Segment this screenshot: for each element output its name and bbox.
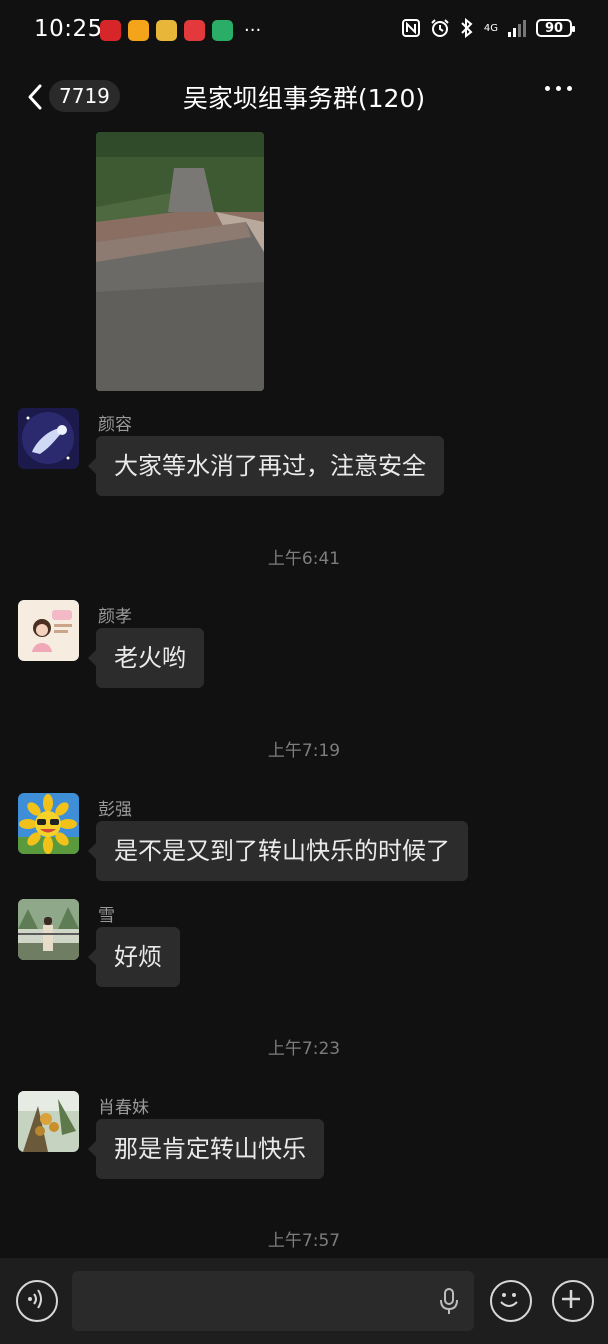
message-bubble[interactable]: 那是肯定转山快乐	[88, 1119, 324, 1179]
network-type: 4G	[483, 22, 498, 34]
microphone-icon[interactable]	[438, 1287, 460, 1317]
emoji-icon[interactable]	[490, 1280, 532, 1322]
bluetooth-icon	[461, 18, 473, 38]
shared-photo[interactable]	[96, 132, 264, 391]
avatar[interactable]	[18, 1091, 79, 1152]
sender-name: 颜容	[98, 415, 132, 435]
shopping-app-icon	[184, 20, 205, 41]
message-bubble[interactable]: 老火哟	[88, 628, 204, 688]
message-bubble[interactable]: 是不是又到了转山快乐的时候了	[88, 821, 468, 881]
signal-icon	[508, 19, 526, 37]
notification-icons: ···	[100, 20, 261, 41]
game-app-icon	[156, 20, 177, 41]
avatar[interactable]	[18, 899, 79, 960]
sender-name: 肖春妹	[98, 1098, 149, 1118]
plus-icon[interactable]	[552, 1280, 594, 1322]
sender-name: 颜孝	[98, 607, 132, 627]
voice-input-icon[interactable]	[16, 1280, 58, 1322]
alarm-icon	[431, 19, 449, 37]
message-input[interactable]	[72, 1271, 474, 1331]
avatar[interactable]	[18, 600, 79, 661]
more-notifications-icon: ···	[244, 19, 262, 41]
timestamp: 上午6:41	[267, 549, 341, 569]
chat-title: 吴家坝组事务群(120)	[182, 84, 426, 113]
more-horizontal-icon[interactable]	[545, 86, 572, 91]
input-bar	[0, 1258, 608, 1344]
timestamp: 上午7:19	[267, 741, 341, 761]
clock: 10:25	[34, 16, 103, 42]
nfc-icon	[401, 19, 420, 37]
message-bubble[interactable]: 好烦	[88, 927, 180, 987]
wechat-app-icon	[212, 20, 233, 41]
sender-name: 彭强	[98, 800, 132, 820]
sender-name: 雪	[98, 906, 115, 926]
message-bubble[interactable]: 大家等水消了再过，注意安全	[88, 436, 444, 496]
status-bar: 10:25 ··· 4G 90	[0, 0, 608, 62]
avatar[interactable]	[18, 408, 79, 469]
system-status: 4G 90	[401, 18, 575, 38]
battery-icon: 90	[536, 19, 575, 37]
chat-header: 7719 吴家坝组事务群(120)	[0, 62, 608, 132]
timestamp: 上午7:23	[267, 1039, 341, 1059]
huawei-app-icon	[100, 20, 121, 41]
weibo-app-icon	[128, 20, 149, 41]
avatar[interactable]	[18, 793, 79, 854]
timestamp: 上午7:57	[267, 1231, 341, 1251]
